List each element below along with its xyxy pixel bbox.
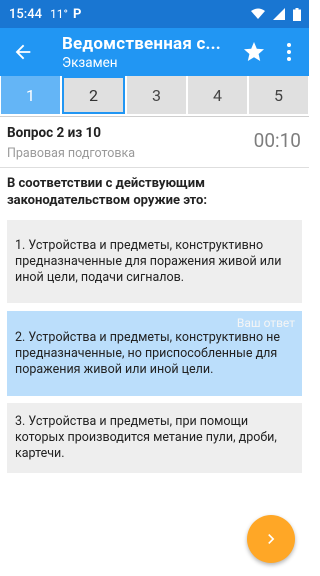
answer-text: 1. Устройства и предметы, конструктивно …: [15, 237, 282, 285]
question-tabs: 1 2 3 4 5: [0, 76, 309, 116]
answer-option-3[interactable]: 3. Устройства и предметы, при помощи кот…: [7, 403, 302, 473]
answer-text: 3. Устройства и предметы, при помощи кот…: [15, 414, 277, 461]
question-counter: Вопрос 2 из 10: [7, 125, 102, 141]
status-time: 15:44: [9, 6, 42, 22]
tab-question-4[interactable]: 4: [188, 76, 247, 114]
next-button[interactable]: [247, 515, 295, 563]
question-header: Вопрос 2 из 10 Правовая подготовка 00:10: [0, 117, 309, 167]
chevron-right-icon: [268, 534, 275, 544]
wifi-icon: [251, 8, 265, 19]
status-bar: 15:44 11° P: [0, 0, 309, 28]
page-subtitle: Экзамен: [62, 55, 118, 71]
answer-option-2[interactable]: Ваш ответ 2. Устройства и предметы, конс…: [7, 311, 302, 396]
question-text: В соответствии с действующим законодател…: [7, 176, 208, 208]
parking-app-icon: P: [72, 6, 82, 22]
timer: 00:10: [253, 129, 301, 152]
app-bar: Ведомственная с... Экзамен: [0, 28, 309, 76]
tab-question-5[interactable]: 5: [249, 76, 308, 114]
status-temperature: 11°: [49, 7, 68, 21]
question-category: Правовая подготовка: [7, 146, 136, 161]
tab-question-3[interactable]: 3: [127, 76, 186, 114]
your-answer-badge: Ваш ответ: [236, 316, 295, 330]
signal-icon: [273, 8, 285, 20]
more-vert-icon[interactable]: [284, 42, 294, 62]
divider: [0, 167, 309, 168]
battery-icon: [293, 7, 301, 21]
page-title: Ведомственная с...: [62, 34, 221, 54]
star-icon[interactable]: [242, 40, 266, 64]
answer-option-1[interactable]: 1. Устройства и предметы, конструктивно …: [7, 220, 302, 303]
tab-question-2[interactable]: 2: [62, 76, 125, 114]
back-arrow-icon[interactable]: [12, 41, 34, 63]
answer-text: 2. Устройства и предметы, конструктивно …: [15, 329, 281, 377]
tab-question-1[interactable]: 1: [1, 76, 60, 114]
